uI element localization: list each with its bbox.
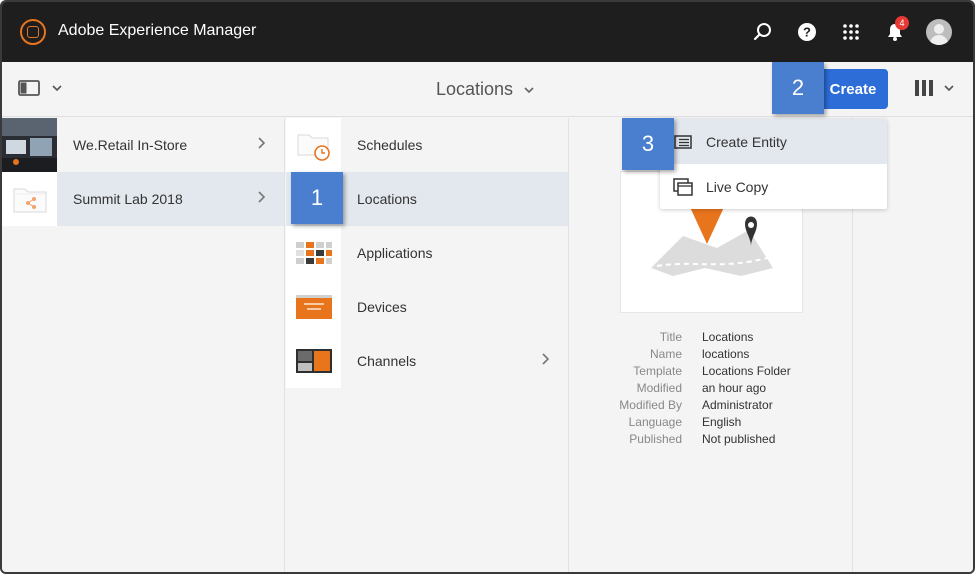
- property-key: Template: [633, 364, 682, 378]
- chevron-down-icon: [944, 85, 954, 92]
- property-value: English: [702, 415, 742, 429]
- column-view-icon: [915, 80, 933, 96]
- chevron-right-icon[interactable]: [256, 190, 266, 207]
- create-dropdown-menu: Create Entity Live Copy: [660, 119, 887, 209]
- column-item-channels[interactable]: Channels: [286, 334, 568, 388]
- column-item-label: Devices: [357, 299, 407, 315]
- column-item-label: Locations: [357, 191, 417, 207]
- chevron-down-icon: [52, 85, 62, 92]
- column-item-summit-lab[interactable]: Summit Lab 2018: [2, 172, 284, 226]
- schedules-folder-thumbnail: [286, 118, 341, 172]
- action-bar: Locations Create: [2, 62, 973, 117]
- property-modified-by: Modified By Administrator: [574, 397, 854, 414]
- property-key: Published: [629, 432, 682, 446]
- top-icons: ? 4: [735, 16, 955, 48]
- menu-item-live-copy[interactable]: Live Copy: [660, 164, 887, 209]
- property-value: Administrator: [702, 398, 773, 412]
- properties-list: Title Locations Name locations Template Loc…: [574, 329, 854, 448]
- property-value: Locations: [702, 330, 754, 344]
- property-value: Locations Folder: [702, 364, 791, 378]
- property-value: locations: [702, 347, 750, 361]
- notifications-bell-icon[interactable]: 4: [879, 16, 911, 48]
- column-item-label: Schedules: [357, 137, 423, 153]
- property-key: Modified: [636, 381, 682, 395]
- breadcrumb-label: Locations: [436, 79, 514, 99]
- property-key: Title: [659, 330, 682, 344]
- chevron-right-icon[interactable]: [540, 352, 550, 369]
- breadcrumb-title[interactable]: Locations: [436, 79, 535, 100]
- applications-thumbnail: [286, 226, 341, 280]
- property-value: an hour ago: [702, 381, 767, 395]
- view-switcher-button[interactable]: [914, 79, 956, 97]
- property-key: Language: [628, 415, 682, 429]
- rail-toggle-button[interactable]: [18, 80, 64, 96]
- notification-count-badge: 4: [895, 16, 909, 30]
- callout-2: 2: [772, 62, 824, 114]
- column-item-label: Summit Lab 2018: [73, 191, 183, 207]
- column-item-applications[interactable]: Applications: [286, 226, 568, 280]
- column-item-devices[interactable]: Devices: [286, 280, 568, 334]
- property-published: Published Not published: [574, 431, 854, 448]
- create-button[interactable]: Create: [818, 69, 888, 109]
- solutions-grid-icon[interactable]: [835, 16, 867, 48]
- callout-1: 1: [291, 172, 343, 224]
- column-item-label: Applications: [357, 245, 433, 261]
- devices-thumbnail: [286, 280, 341, 334]
- aem-logo-icon[interactable]: [20, 19, 46, 45]
- property-language: Language English: [574, 414, 854, 431]
- menu-item-label: Live Copy: [706, 178, 769, 195]
- top-navigation-bar: Adobe Experience Manager ? 4: [2, 2, 973, 62]
- we-retail-thumbnail: [2, 118, 57, 172]
- live-copy-icon: [672, 176, 694, 198]
- chevron-down-icon: [523, 84, 535, 98]
- menu-item-label: Create Entity: [706, 133, 787, 150]
- folder-thumbnail: [2, 172, 57, 226]
- search-icon[interactable]: [747, 16, 779, 48]
- menu-item-create-entity[interactable]: Create Entity: [660, 119, 887, 164]
- property-key: Name: [649, 347, 682, 361]
- column-item-we-retail[interactable]: We.Retail In-Store: [2, 118, 284, 172]
- property-name: Name locations: [574, 346, 854, 363]
- help-icon[interactable]: ?: [791, 16, 823, 48]
- property-title: Title Locations: [574, 329, 854, 346]
- entity-icon: [672, 131, 694, 153]
- column-item-label: Channels: [357, 353, 417, 369]
- callout-3: 3: [622, 118, 674, 170]
- user-avatar[interactable]: [923, 16, 955, 48]
- column-item-label: We.Retail In-Store: [73, 137, 188, 153]
- property-modified: Modified an hour ago: [574, 380, 854, 397]
- column-sites: We.Retail In-Store Summit Lab 2018: [2, 118, 285, 572]
- property-key: Modified By: [619, 398, 682, 412]
- channels-thumbnail: [286, 334, 341, 388]
- app-title[interactable]: Adobe Experience Manager: [58, 22, 256, 40]
- chevron-right-icon[interactable]: [256, 136, 266, 153]
- property-template: Template Locations Folder: [574, 363, 854, 380]
- property-value: Not published: [702, 432, 776, 446]
- column-item-schedules[interactable]: Schedules: [286, 118, 568, 172]
- svg-text:?: ?: [803, 25, 811, 40]
- app-window: Adobe Experience Manager ? 4 Locations C…: [0, 0, 975, 574]
